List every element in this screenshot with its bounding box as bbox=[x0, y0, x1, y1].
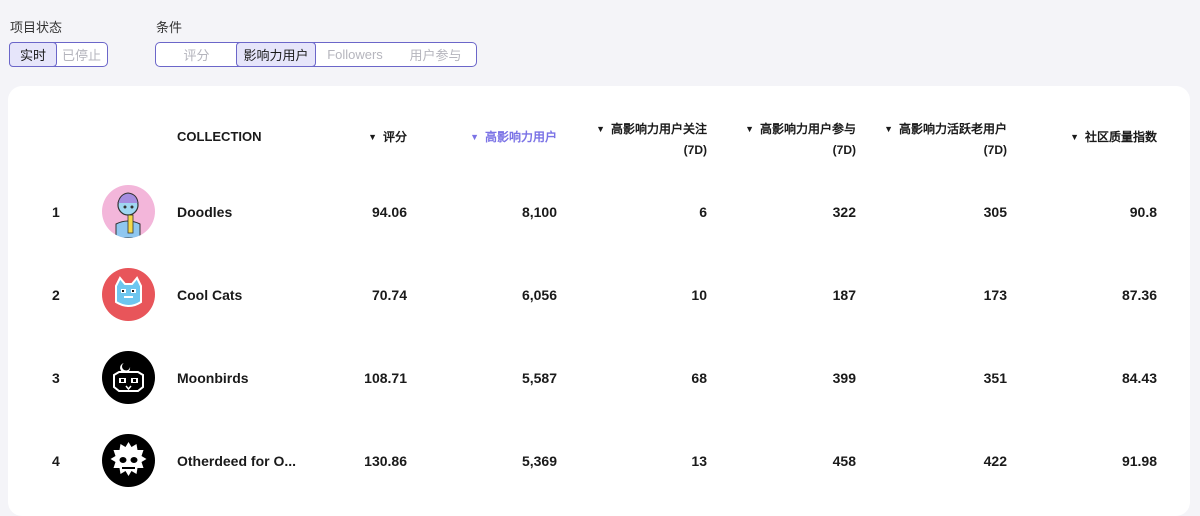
column-header-score[interactable]: ▼ 评分 bbox=[368, 127, 407, 148]
influencer-engagement-cell: 399 bbox=[832, 370, 856, 386]
sort-arrow-icon: ▼ bbox=[470, 132, 479, 142]
status-option-stopped[interactable]: 已停止 bbox=[56, 43, 107, 66]
score-cell: 108.71 bbox=[364, 370, 407, 386]
collection-name[interactable]: Doodles bbox=[177, 204, 232, 220]
influencer-follows-cell: 10 bbox=[691, 287, 707, 303]
column-header-active-influencers[interactable]: ▼ 高影响力活跃老用户 (7D) bbox=[884, 119, 1007, 160]
rank-number: 1 bbox=[52, 204, 60, 220]
influencer-follows-cell: 6 bbox=[699, 204, 707, 220]
influencers-cell: 5,369 bbox=[521, 453, 557, 469]
influencer-follows-cell: 13 bbox=[691, 453, 707, 469]
table-row[interactable]: 3 Moonbirds 108.71 5,587 68 399 351 84.4… bbox=[8, 336, 1190, 419]
period-label: (7D) bbox=[832, 143, 856, 157]
status-segmented-control: 实时 已停止 bbox=[9, 42, 108, 67]
ranking-table: COLLECTION ▼ 评分 ▼ 高影响力用户 ▼ 高影响力用户关注 (7D) ▼ 高… bbox=[8, 86, 1190, 516]
community-quality-cell: 90.8 bbox=[1129, 204, 1157, 220]
active-influencers-cell: 422 bbox=[983, 453, 1007, 469]
condition-segmented-control: 评分 影响力用户 Followers 用户参与 bbox=[155, 42, 477, 67]
otherdeed-avatar-icon bbox=[102, 434, 155, 487]
cool-cats-avatar-icon bbox=[102, 268, 155, 321]
rank-number: 3 bbox=[52, 370, 60, 386]
condition-option-engagement[interactable]: 用户参与 bbox=[395, 43, 476, 66]
active-influencers-cell: 351 bbox=[983, 370, 1007, 386]
filter-bar: 项目状态 实时 已停止 条件 评分 影响力用户 Followers 用户参与 bbox=[0, 0, 1200, 86]
column-header-influencer-engagement[interactable]: ▼ 高影响力用户参与 (7D) bbox=[745, 119, 856, 160]
period-label: (7D) bbox=[683, 143, 707, 157]
influencer-engagement-cell: 187 bbox=[832, 287, 856, 303]
sort-arrow-icon: ▼ bbox=[745, 124, 754, 134]
condition-option-influencers[interactable]: 影响力用户 bbox=[236, 42, 316, 67]
table-row[interactable]: 2 Cool Cats 70.74 6,056 10 187 173 87.36 bbox=[8, 253, 1190, 336]
rank-number: 4 bbox=[52, 453, 60, 469]
sort-arrow-icon: ▼ bbox=[596, 124, 605, 134]
collection-name[interactable]: Cool Cats bbox=[177, 287, 242, 303]
score-cell: 94.06 bbox=[371, 204, 407, 220]
influencers-cell: 8,100 bbox=[521, 204, 557, 220]
community-quality-cell: 84.43 bbox=[1121, 370, 1157, 386]
column-header-influencers[interactable]: ▼ 高影响力用户 bbox=[470, 127, 557, 148]
moonbirds-avatar-icon bbox=[102, 351, 155, 404]
active-influencers-cell: 305 bbox=[983, 204, 1007, 220]
active-influencers-cell: 173 bbox=[983, 287, 1007, 303]
influencer-engagement-cell: 322 bbox=[832, 204, 856, 220]
sort-arrow-icon: ▼ bbox=[368, 132, 377, 142]
column-header-community-quality[interactable]: ▼ 社区质量指数 bbox=[1070, 127, 1157, 148]
sort-arrow-icon: ▼ bbox=[884, 124, 893, 134]
table-row[interactable]: 4 Otherdeed for O... 130.86 5,369 13 458… bbox=[8, 419, 1190, 502]
condition-filter-label: 条件 bbox=[156, 20, 183, 35]
rank-number: 2 bbox=[52, 287, 60, 303]
status-filter-label: 项目状态 bbox=[10, 20, 63, 35]
collection-name[interactable]: Otherdeed for O... bbox=[177, 453, 296, 469]
influencer-engagement-cell: 458 bbox=[832, 453, 856, 469]
table-row[interactable]: 1 Doodles 94.06 8,100 6 322 305 90.8 bbox=[8, 170, 1190, 253]
collection-name[interactable]: Moonbirds bbox=[177, 370, 249, 386]
influencers-cell: 5,587 bbox=[521, 370, 557, 386]
influencers-cell: 6,056 bbox=[521, 287, 557, 303]
score-cell: 130.86 bbox=[364, 453, 407, 469]
score-cell: 70.74 bbox=[371, 287, 407, 303]
condition-option-followers[interactable]: Followers bbox=[315, 43, 395, 66]
column-header-influencer-follows[interactable]: ▼ 高影响力用户关注 (7D) bbox=[596, 119, 707, 160]
doodles-avatar-icon bbox=[102, 185, 155, 238]
community-quality-cell: 91.98 bbox=[1121, 453, 1157, 469]
status-option-live[interactable]: 实时 bbox=[9, 42, 57, 67]
column-header-collection: COLLECTION bbox=[177, 129, 262, 144]
sort-arrow-icon: ▼ bbox=[1070, 132, 1079, 142]
influencer-follows-cell: 68 bbox=[691, 370, 707, 386]
condition-option-score[interactable]: 评分 bbox=[156, 43, 237, 66]
community-quality-cell: 87.36 bbox=[1121, 287, 1157, 303]
period-label: (7D) bbox=[983, 143, 1007, 157]
